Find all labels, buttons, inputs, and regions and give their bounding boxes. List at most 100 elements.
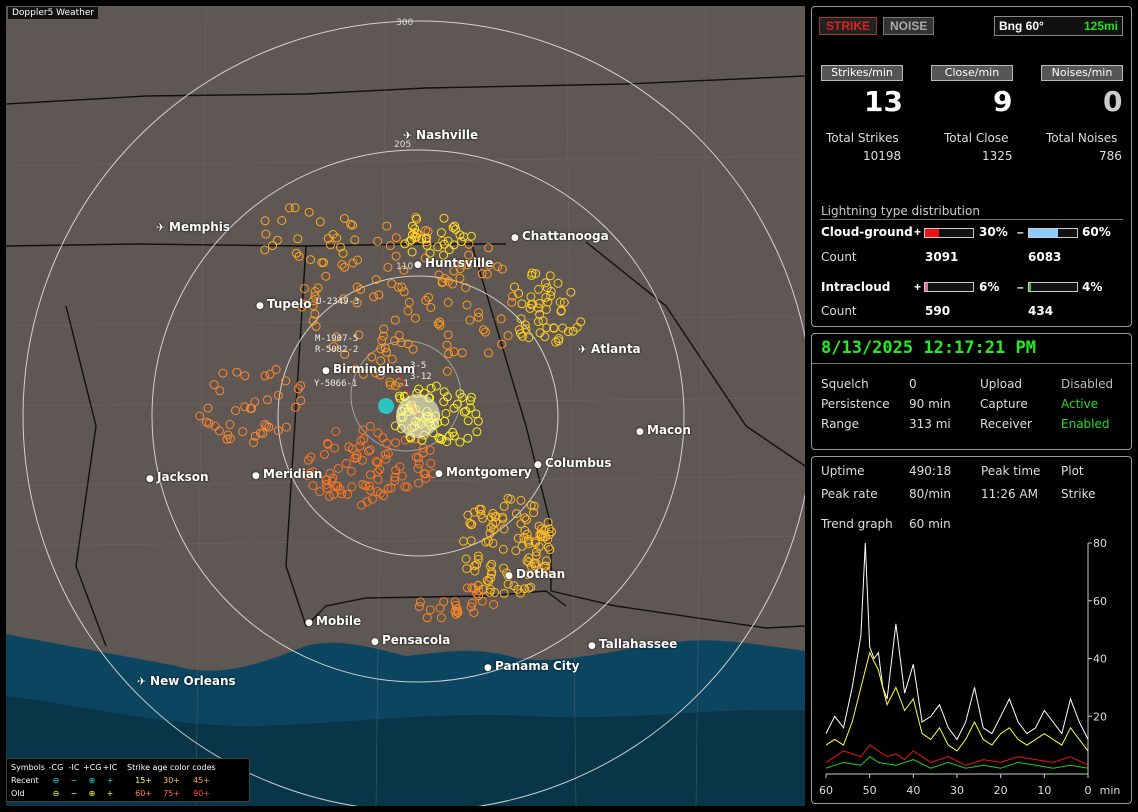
y-tick-label: 80 — [1093, 537, 1107, 550]
map-canvas — [6, 6, 805, 806]
city-name: Tupelo — [267, 297, 312, 311]
cg-pos-sign: + — [914, 225, 922, 239]
x-tick-label: 50 — [863, 784, 877, 797]
x-tick-label: 0 — [1085, 784, 1092, 797]
ic-neg-bar-fill — [1029, 283, 1031, 291]
city-macon: ● Macon — [636, 423, 691, 437]
city-name: Montgomery — [446, 465, 532, 479]
upload-status: Disabled — [1061, 377, 1114, 391]
ring-label-110: 110 — [396, 262, 414, 272]
divider — [812, 363, 1131, 364]
city-name: Nashville — [416, 128, 479, 142]
upload-label: Upload — [980, 377, 1023, 391]
city-name: Memphis — [169, 220, 231, 234]
city-name: New Orleans — [150, 674, 236, 688]
rdf-label: M-1907-5 — [315, 334, 359, 344]
city-name: Huntsville — [425, 256, 494, 270]
age-code: 75+ — [163, 789, 180, 798]
bearing-range-readout[interactable]: Bng 60° 125mi — [994, 16, 1123, 36]
range-setting-value: 313 mi — [909, 417, 951, 431]
divider — [820, 219, 1123, 220]
total-close-label: Total Close — [944, 131, 1009, 145]
city-nashville: ✈ Nashville — [403, 128, 478, 142]
city-atlanta: ✈ Atlanta — [578, 342, 641, 356]
city-montgomery: ● Montgomery — [435, 465, 532, 479]
age-code: 90+ — [193, 789, 210, 798]
city-pensacola: ● Pensacola — [371, 633, 450, 647]
city-name: Dothan — [516, 567, 566, 581]
legend-neg-cg: -CG — [48, 763, 64, 772]
city-huntsville: ● Huntsville — [414, 256, 493, 270]
legend-neg-ic: -IC — [68, 763, 80, 772]
dot-icon: ● — [636, 427, 647, 437]
city-tupelo: ● Tupelo — [256, 297, 312, 311]
pos-ic-symbol-icon: + — [106, 776, 114, 785]
range-value: 125mi — [1083, 19, 1118, 33]
noise-tab[interactable]: NOISE — [883, 17, 935, 35]
age-code: 45+ — [193, 776, 210, 785]
city-birmingham: ● Birmingham — [322, 362, 415, 376]
strike-tab[interactable]: STRIKE — [819, 17, 878, 35]
dot-icon: ● — [588, 641, 599, 651]
persistence-value: 90 min — [909, 397, 951, 411]
dot-icon: ● — [435, 469, 446, 479]
city-name: Panama City — [495, 659, 580, 673]
city-columbus: ● Columbus — [534, 456, 612, 470]
city-chattanooga: ● Chattanooga — [511, 229, 609, 243]
close-per-min-button[interactable]: Close/min — [931, 65, 1013, 81]
legend-old-label: Old — [11, 789, 25, 798]
airport-icon: ✈ — [403, 129, 417, 142]
cg-neg-percent: 60% — [1082, 225, 1111, 239]
total-close-value: 1325 — [982, 149, 1013, 163]
dot-icon: ● — [252, 471, 263, 481]
capture-status: Active — [1061, 397, 1099, 411]
city-name: Pensacola — [382, 633, 451, 647]
ic-neg-sign: – — [1017, 280, 1024, 294]
legend-recent-label: Recent — [11, 776, 39, 785]
city-new-orleans: ✈ New Orleans — [137, 674, 236, 688]
y-tick-label: 20 — [1093, 710, 1107, 723]
total-strikes-value: 10198 — [863, 149, 902, 163]
trend-series-line — [825, 756, 1089, 769]
strikes-per-min-button[interactable]: Strikes/min — [821, 65, 903, 81]
neg-ic-symbol-icon: − — [70, 776, 78, 785]
squelch-label: Squelch — [821, 377, 869, 391]
x-tick-label: min — [1100, 784, 1121, 797]
ic-pos-sign: + — [914, 280, 922, 294]
dot-icon: ● — [484, 663, 495, 673]
age-code: 30+ — [163, 776, 180, 785]
city-meridian: ● Meridian — [252, 467, 322, 481]
total-strikes-label: Total Strikes — [826, 131, 899, 145]
neg-cg-symbol-icon: ⊖ — [52, 776, 60, 785]
city-name: Meridian — [263, 467, 323, 481]
dot-icon: ● — [305, 618, 316, 628]
strike-counts-panel: STRIKE NOISE Bng 60° 125mi Strikes/min C… — [811, 6, 1132, 327]
receiver-label: Receiver — [980, 417, 1032, 431]
legend-pos-cg: +CG — [83, 763, 102, 772]
dot-icon: ● — [322, 366, 333, 376]
capture-label: Capture — [980, 397, 1028, 411]
city-name: Columbus — [545, 456, 612, 470]
cg-neg-bar — [1028, 228, 1078, 238]
x-tick-label: 30 — [950, 784, 964, 797]
lightning-map[interactable]: Doppler5 Weather 300 205 110 ✈ Nashville… — [6, 6, 805, 806]
x-tick-label: 20 — [994, 784, 1008, 797]
rdf-label: -1 — [398, 379, 409, 389]
pos-cg-symbol-icon: ⊕ — [88, 789, 96, 798]
ic-neg-percent: 4% — [1082, 280, 1103, 294]
distribution-title: Lightning type distribution — [821, 204, 980, 218]
trend-graph: 80 60 40 20 60 50 40 30 20 10 0 min — [819, 537, 1121, 797]
rdf-label: U-2349-3 — [316, 297, 360, 307]
cloud-ground-label: Cloud-ground — [821, 225, 913, 239]
noises-per-min-button[interactable]: Noises/min — [1041, 65, 1123, 81]
ic-pos-bar — [924, 282, 974, 292]
x-tick-label: 60 — [819, 784, 833, 797]
status-panel: 8/13/2025 12:17:21 PM Squelch 0 Persiste… — [811, 333, 1132, 450]
trend-panel: Uptime 490:18 Peak time Plot Peak rate 8… — [811, 456, 1132, 804]
cg-pos-bar-fill — [925, 229, 940, 237]
airport-icon: ✈ — [578, 343, 592, 356]
dot-icon: ● — [414, 260, 425, 270]
cg-neg-bar-fill — [1029, 229, 1058, 237]
city-dothan: ● Dothan — [505, 567, 565, 581]
city-name: Jackson — [157, 470, 209, 484]
